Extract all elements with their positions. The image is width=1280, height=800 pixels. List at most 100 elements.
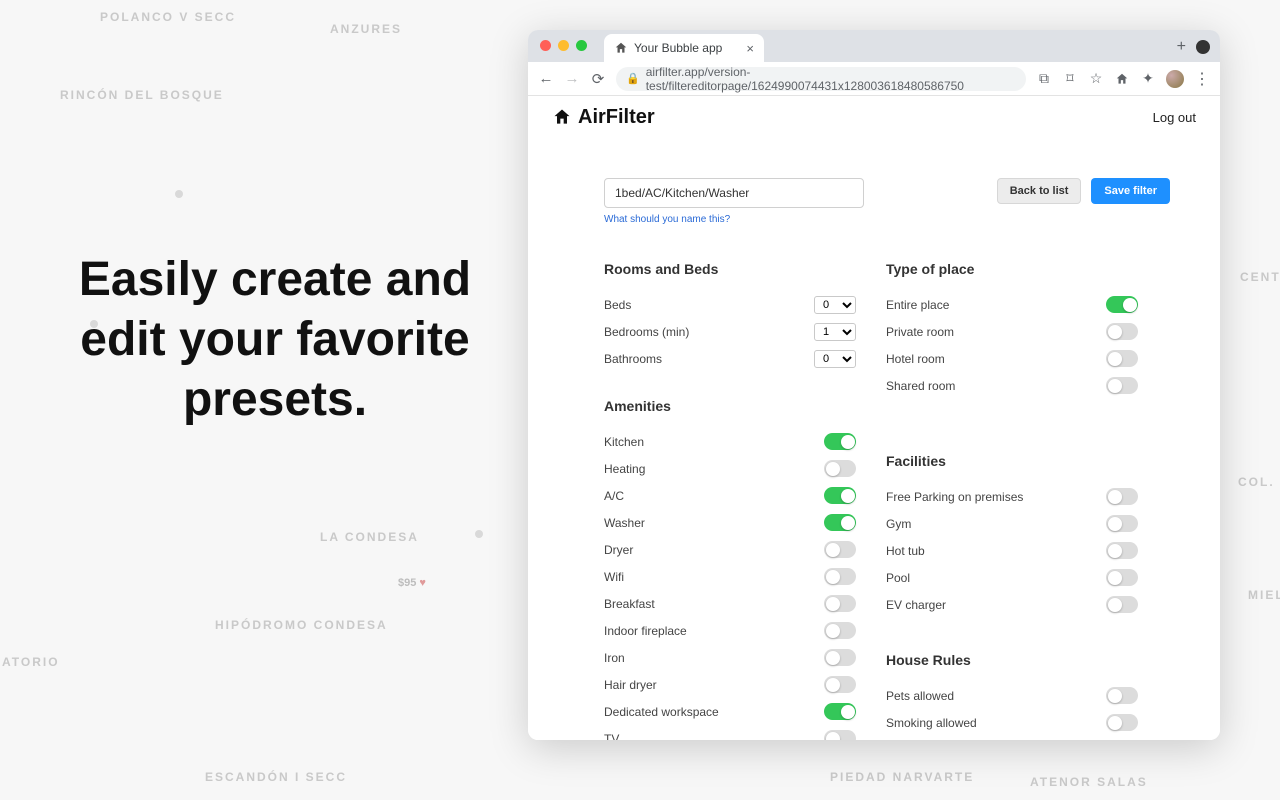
page-content: What should you name this? Back to list … xyxy=(528,138,1220,740)
section-rules-title: House Rules xyxy=(886,652,1138,668)
place-type-row: Entire place xyxy=(886,291,1138,318)
map-district-label: CENT xyxy=(1240,270,1280,284)
amenity-label: Dedicated workspace xyxy=(604,705,719,719)
profile-avatar[interactable] xyxy=(1166,70,1184,88)
amenity-row: Washer xyxy=(604,509,856,536)
amenity-label: A/C xyxy=(604,489,624,503)
translate-icon[interactable]: ⌑ xyxy=(1062,71,1078,87)
extensions-puzzle-icon[interactable]: ✦ xyxy=(1140,71,1156,87)
close-tab-icon[interactable]: × xyxy=(746,41,754,56)
url-text: airfilter.app/version-test/filtereditorp… xyxy=(646,65,1016,93)
browser-tabstrip: Your Bubble app × + xyxy=(528,30,1220,62)
nav-reload-button[interactable]: ⟳ xyxy=(590,70,606,88)
save-filter-button[interactable]: Save filter xyxy=(1091,178,1170,204)
address-bar[interactable]: 🔒 airfilter.app/version-test/filteredito… xyxy=(616,67,1026,91)
back-to-list-button[interactable]: Back to list xyxy=(997,178,1082,204)
amenity-toggle[interactable] xyxy=(824,487,856,504)
logout-link[interactable]: Log out xyxy=(1153,110,1196,125)
map-district-label: ESCANDÓN I SECC xyxy=(205,770,347,784)
place-type-row: Hotel room xyxy=(886,345,1138,372)
map-district-label: HIPÓDROMO CONDESA xyxy=(215,618,388,632)
place-type-toggle[interactable] xyxy=(1106,350,1138,367)
maximize-window-icon[interactable] xyxy=(576,40,587,51)
place-type-toggle[interactable] xyxy=(1106,377,1138,394)
rooms-select[interactable]: 0 xyxy=(814,350,856,368)
map-district-label: MIEL xyxy=(1248,588,1280,602)
browser-tab[interactable]: Your Bubble app × xyxy=(604,34,764,62)
browser-window: Your Bubble app × + ← → ⟳ 🔒 airfilter.ap… xyxy=(528,30,1220,740)
filter-name-hint[interactable]: What should you name this? xyxy=(604,214,864,225)
facility-toggle[interactable] xyxy=(1106,542,1138,559)
amenity-toggle[interactable] xyxy=(824,703,856,720)
left-column: Rooms and Beds Beds0Bedrooms (min)1Bathr… xyxy=(604,261,856,740)
facility-label: Free Parking on premises xyxy=(886,490,1023,504)
tab-overflow-icon[interactable] xyxy=(1196,40,1210,54)
rooms-label: Bedrooms (min) xyxy=(604,325,689,339)
amenity-toggle[interactable] xyxy=(824,541,856,558)
amenity-row: Iron xyxy=(604,644,856,671)
map-district-label: ATENOR SALAS xyxy=(1030,775,1148,789)
house-rule-toggle[interactable] xyxy=(1106,687,1138,704)
amenity-toggle[interactable] xyxy=(824,622,856,639)
place-type-toggle[interactable] xyxy=(1106,296,1138,313)
section-facilities-title: Facilities xyxy=(886,453,1138,469)
app-header: AirFilter Log out xyxy=(528,96,1220,138)
amenity-toggle[interactable] xyxy=(824,514,856,531)
map-district-label: ANZURES xyxy=(330,22,402,36)
facility-row: Pool xyxy=(886,564,1138,591)
app-brand[interactable]: AirFilter xyxy=(552,106,655,129)
screen-share-icon[interactable]: ⧉ xyxy=(1036,71,1052,87)
brand-text: AirFilter xyxy=(578,106,655,129)
new-tab-button[interactable]: + xyxy=(1177,38,1186,56)
amenity-label: Wifi xyxy=(604,570,624,584)
amenity-toggle[interactable] xyxy=(824,649,856,666)
amenity-row: Heating xyxy=(604,455,856,482)
minimize-window-icon[interactable] xyxy=(558,40,569,51)
rooms-select[interactable]: 0 xyxy=(814,296,856,314)
place-type-row: Shared room xyxy=(886,372,1138,399)
window-controls[interactable] xyxy=(540,40,587,51)
map-district-label: LA CONDESA xyxy=(320,530,419,544)
browser-toolbar: ← → ⟳ 🔒 airfilter.app/version-test/filte… xyxy=(528,62,1220,96)
amenity-row: Indoor fireplace xyxy=(604,617,856,644)
facility-toggle[interactable] xyxy=(1106,569,1138,586)
rooms-row: Beds0 xyxy=(604,291,856,318)
facility-row: Free Parking on premises xyxy=(886,483,1138,510)
nav-back-button[interactable]: ← xyxy=(538,70,554,87)
amenity-toggle[interactable] xyxy=(824,730,856,740)
lock-icon: 🔒 xyxy=(626,72,640,85)
amenity-label: Dryer xyxy=(604,543,633,557)
page-viewport: AirFilter Log out What should you name t… xyxy=(528,96,1220,740)
amenity-label: Breakfast xyxy=(604,597,655,611)
nav-forward-button[interactable]: → xyxy=(564,70,580,87)
bookmark-star-icon[interactable]: ☆ xyxy=(1088,71,1104,87)
filter-name-input[interactable] xyxy=(604,178,864,208)
place-type-label: Entire place xyxy=(886,298,949,312)
marketing-headline: Easily create and edit your favorite pre… xyxy=(60,250,490,430)
rooms-select[interactable]: 1 xyxy=(814,323,856,341)
amenity-toggle[interactable] xyxy=(824,568,856,585)
facility-toggle[interactable] xyxy=(1106,596,1138,613)
facility-toggle[interactable] xyxy=(1106,515,1138,532)
facility-toggle[interactable] xyxy=(1106,488,1138,505)
place-type-toggle[interactable] xyxy=(1106,323,1138,340)
amenity-row: A/C xyxy=(604,482,856,509)
rooms-label: Bathrooms xyxy=(604,352,662,366)
house-rule-toggle[interactable] xyxy=(1106,714,1138,731)
facility-label: Pool xyxy=(886,571,910,585)
amenity-toggle[interactable] xyxy=(824,595,856,612)
extension-icon[interactable] xyxy=(1114,71,1130,87)
map-district-label: ATORIO xyxy=(2,655,60,669)
place-type-label: Hotel room xyxy=(886,352,945,366)
brand-house-icon xyxy=(552,107,572,127)
rooms-row: Bedrooms (min) 1 xyxy=(604,318,856,345)
amenity-toggle[interactable] xyxy=(824,460,856,477)
amenity-toggle[interactable] xyxy=(824,433,856,450)
amenity-row: Dryer xyxy=(604,536,856,563)
amenity-toggle[interactable] xyxy=(824,676,856,693)
amenity-row: Kitchen xyxy=(604,428,856,455)
right-column: Type of place Entire placePrivate roomHo… xyxy=(886,261,1138,740)
facility-row: EV charger xyxy=(886,591,1138,618)
close-window-icon[interactable] xyxy=(540,40,551,51)
browser-menu-icon[interactable]: ⋮ xyxy=(1194,69,1210,89)
